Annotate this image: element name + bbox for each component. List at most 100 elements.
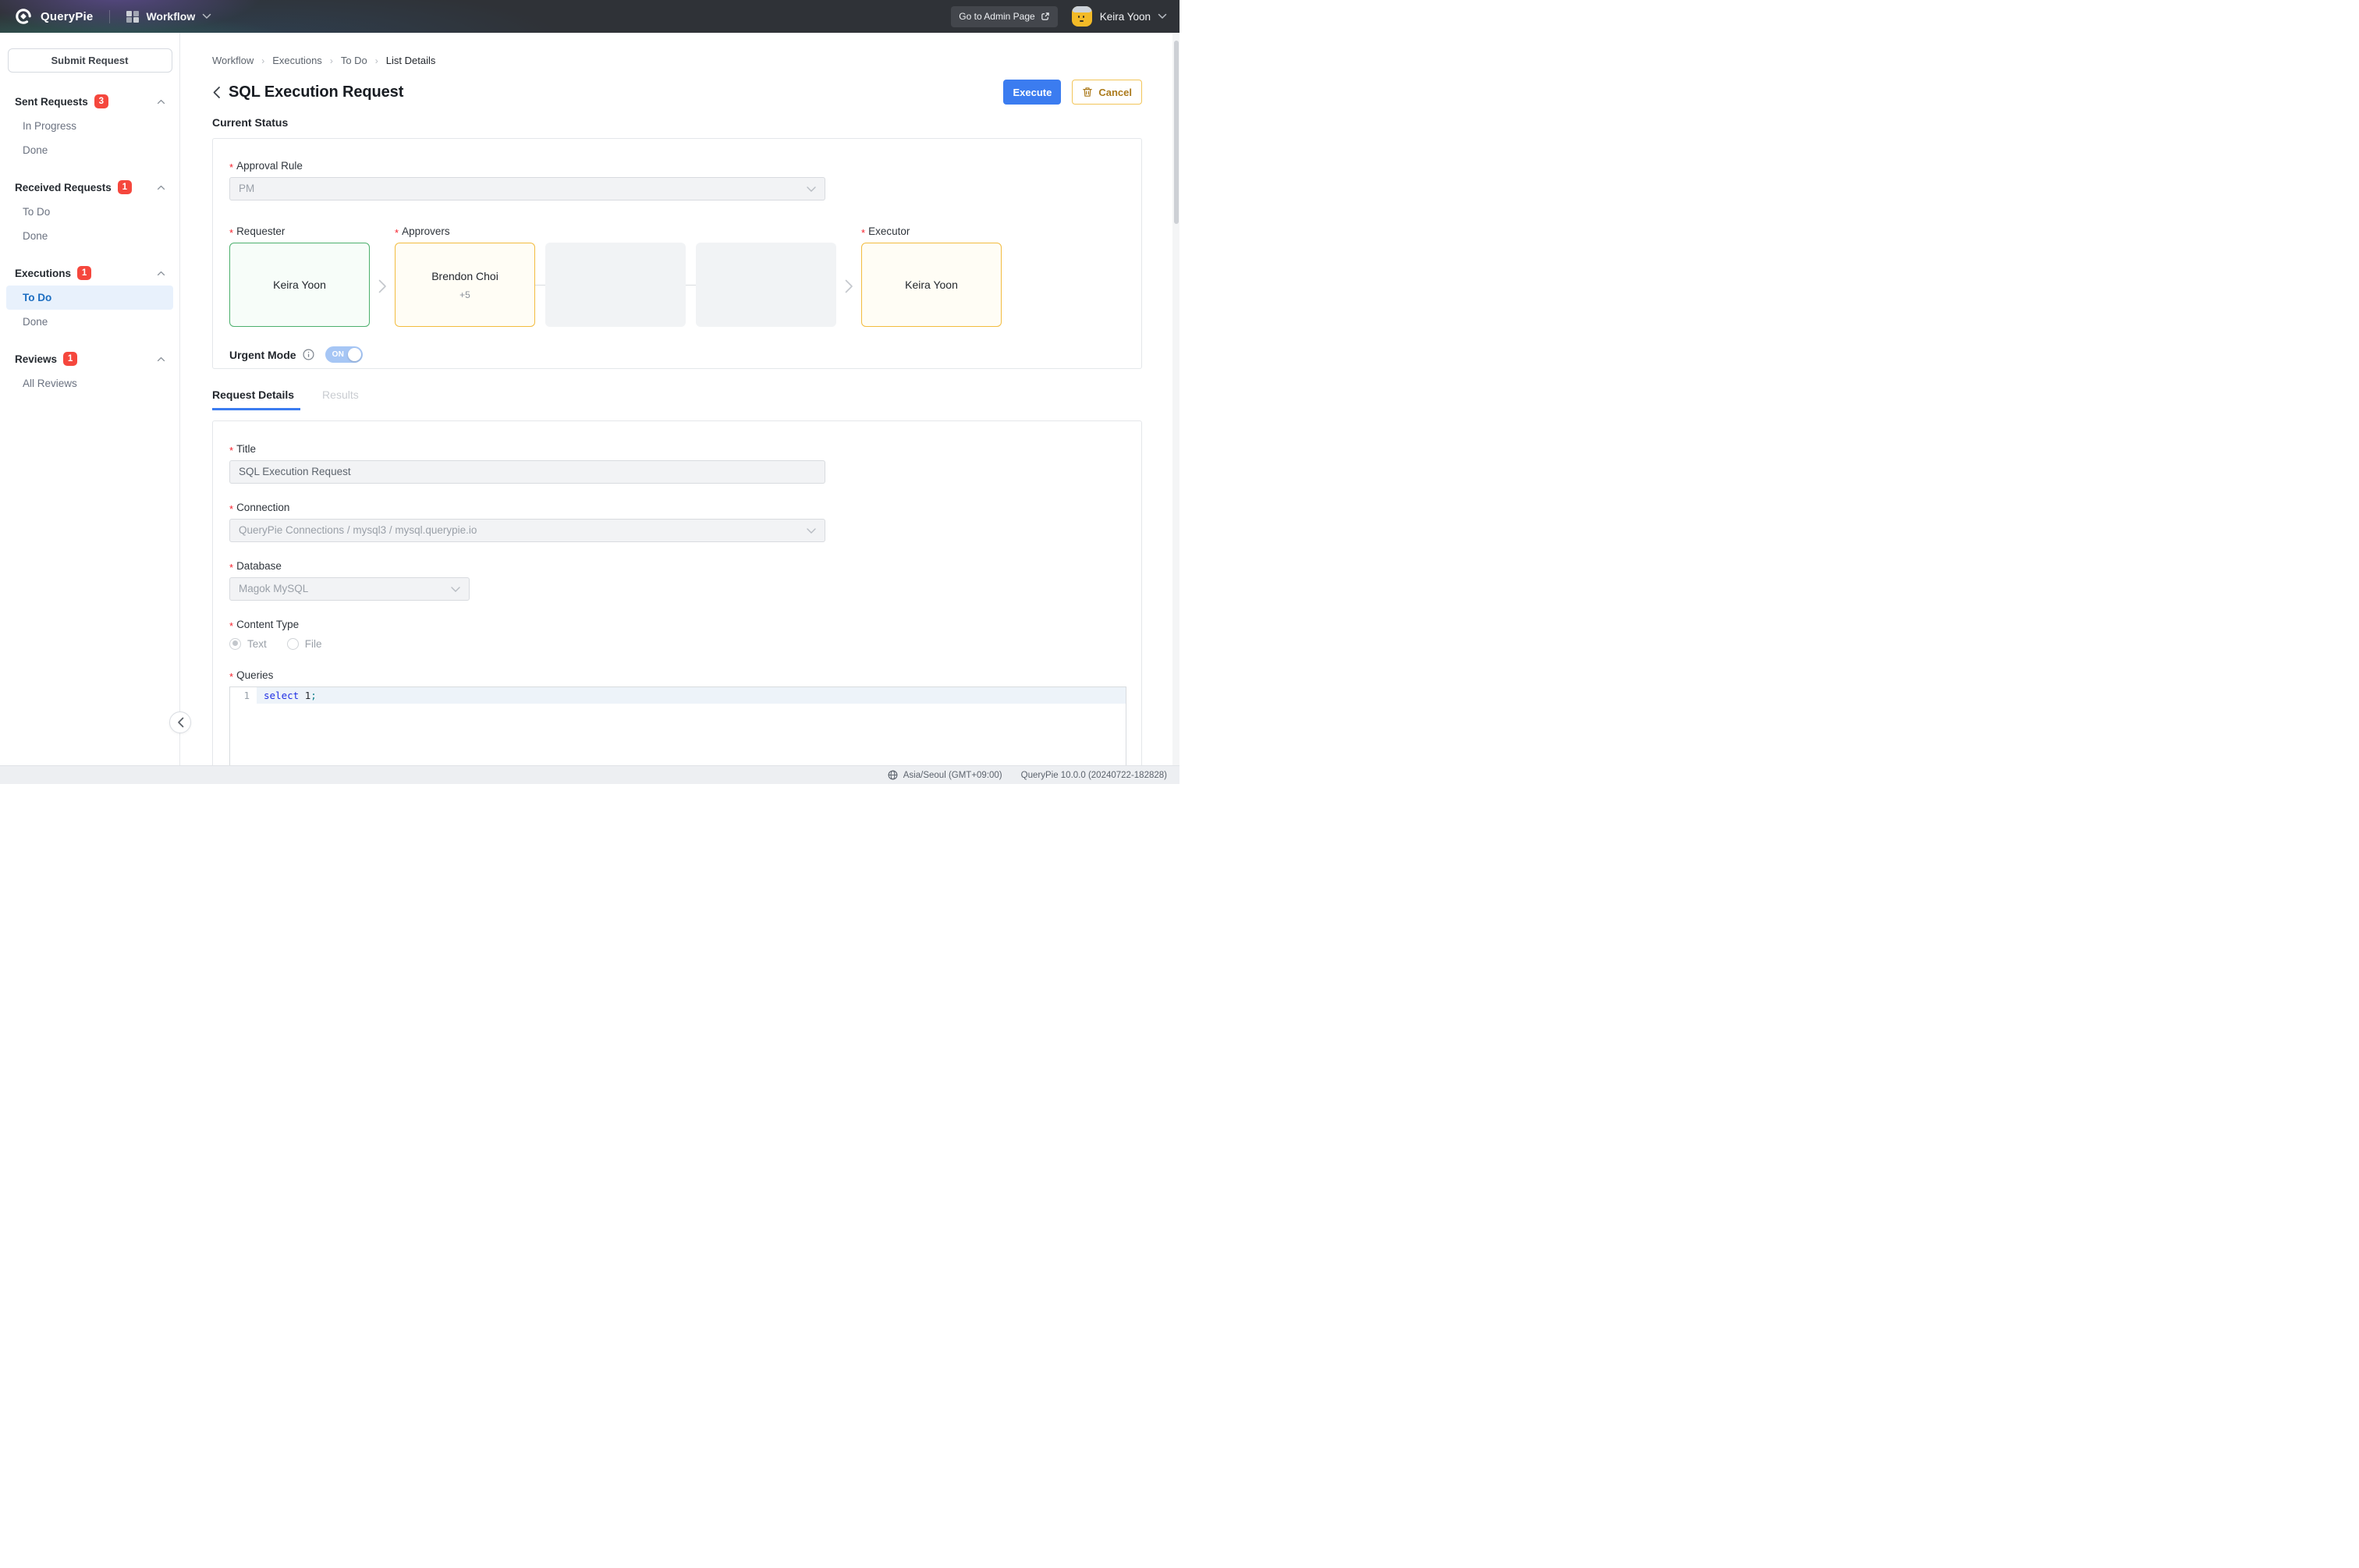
count-badge: 3 bbox=[94, 94, 108, 108]
database-value: Magok MySQL bbox=[239, 583, 308, 594]
approver-card-primary: Brendon Choi +5 bbox=[395, 243, 535, 327]
count-badge: 1 bbox=[118, 180, 132, 194]
current-status-card: * Approval Rule PM *Requester bbox=[212, 138, 1142, 369]
sidebar-section-header[interactable]: Reviews 1 bbox=[0, 351, 179, 367]
requester-name: Keira Yoon bbox=[273, 278, 326, 291]
breadcrumb: Workflow›Executions›To Do›List Details bbox=[212, 55, 1142, 66]
globe-icon bbox=[888, 770, 898, 780]
urgent-mode-row: Urgent Mode ON bbox=[229, 346, 1125, 363]
sidebar-item-done[interactable]: Done bbox=[6, 224, 173, 248]
version-label: QueryPie 10.0.0 (20240722-182828) bbox=[1021, 771, 1167, 780]
breadcrumb-separator-icon: › bbox=[375, 55, 378, 66]
user-menu-chevron-icon[interactable] bbox=[1158, 13, 1167, 20]
requester-group: *Requester Keira Yoon bbox=[229, 225, 370, 327]
line-number: 1 bbox=[230, 687, 257, 704]
cancel-button[interactable]: Cancel bbox=[1072, 80, 1142, 105]
connection-select[interactable]: QueryPie Connections / mysql3 / mysql.qu… bbox=[229, 519, 825, 542]
sidebar-item-to-do[interactable]: To Do bbox=[6, 200, 173, 224]
info-icon[interactable] bbox=[303, 349, 314, 360]
flow-connector-line bbox=[686, 285, 696, 286]
back-button[interactable] bbox=[212, 86, 221, 99]
breadcrumb-item[interactable]: Executions bbox=[272, 55, 322, 66]
title-input[interactable]: SQL Execution Request bbox=[229, 460, 825, 484]
sidebar-section: Executions1 To DoDone bbox=[0, 265, 179, 334]
toggle-state-label: ON bbox=[332, 346, 345, 363]
topbar-divider bbox=[109, 10, 110, 23]
timezone-indicator: Asia/Seoul (GMT+09:00) bbox=[888, 770, 1002, 780]
chevron-down-icon bbox=[807, 178, 816, 200]
approval-rule-value: PM bbox=[239, 183, 254, 194]
user-name[interactable]: Keira Yoon bbox=[1100, 11, 1151, 23]
requester-label: *Requester bbox=[229, 225, 370, 237]
sidebar-section-header[interactable]: Received Requests1 bbox=[0, 179, 179, 195]
approver-name: Brendon Choi bbox=[431, 270, 498, 282]
chevron-up-icon[interactable] bbox=[157, 99, 165, 105]
urgent-mode-toggle[interactable]: ON bbox=[325, 346, 363, 363]
executor-label: *Executor bbox=[861, 225, 1002, 237]
breadcrumb-separator-icon: › bbox=[261, 55, 264, 66]
request-details-card: *Title SQL Execution Request *Connection… bbox=[212, 420, 1142, 784]
radio-dot bbox=[229, 638, 241, 650]
approver-extra-count: +5 bbox=[459, 289, 470, 300]
external-link-icon bbox=[1041, 12, 1050, 21]
sidebar-nav: Sent Requests3In ProgressDoneReceived Re… bbox=[0, 94, 179, 396]
code-text: select 1; bbox=[257, 687, 1126, 704]
sidebar-item-done[interactable]: Done bbox=[6, 138, 173, 162]
approvers-group: *Approvers Brendon Choi +5 bbox=[395, 225, 836, 327]
execute-button[interactable]: Execute bbox=[1003, 80, 1061, 105]
database-label: *Database bbox=[229, 560, 1125, 572]
scrollbar-thumb[interactable] bbox=[1174, 41, 1179, 224]
approval-rule-select[interactable]: PM bbox=[229, 177, 825, 200]
breadcrumb-item[interactable]: To Do bbox=[341, 55, 367, 66]
querypie-logo-icon bbox=[14, 7, 33, 26]
admin-button-label: Go to Admin Page bbox=[959, 11, 1034, 22]
apps-grid-icon[interactable] bbox=[126, 11, 138, 23]
radio-text[interactable]: Text bbox=[229, 638, 267, 650]
chevron-down-icon[interactable] bbox=[202, 13, 211, 20]
sidebar-collapse-button[interactable] bbox=[169, 711, 191, 733]
sidebar-section-header[interactable]: Sent Requests 3 bbox=[0, 94, 179, 109]
go-to-admin-button[interactable]: Go to Admin Page bbox=[951, 6, 1057, 27]
brand-name: QueryPie bbox=[41, 10, 93, 23]
database-select[interactable]: Magok MySQL bbox=[229, 577, 470, 601]
avatar[interactable] bbox=[1072, 6, 1092, 27]
sidebar-section-label: Sent Requests bbox=[15, 96, 88, 108]
sidebar-section-label: Executions bbox=[15, 268, 71, 279]
executor-group: *Executor Keira Yoon bbox=[861, 225, 1002, 327]
content-type-label: *Content Type bbox=[229, 619, 1125, 630]
sidebar-section: Reviews 1 All Reviews bbox=[0, 351, 179, 396]
approval-rule-label: * Approval Rule bbox=[229, 160, 1125, 172]
sidebar-section-label: Reviews bbox=[15, 353, 57, 365]
executor-name: Keira Yoon bbox=[905, 278, 958, 291]
page-header: SQL Execution Request Execute Cancel bbox=[212, 80, 1142, 105]
sidebar-item-in-progress[interactable]: In Progress bbox=[6, 114, 173, 138]
sidebar-section: Sent Requests 3 In ProgressDone bbox=[0, 94, 179, 162]
chevron-up-icon[interactable] bbox=[157, 271, 165, 276]
app-switcher-label[interactable]: Workflow bbox=[146, 10, 195, 23]
radio-file[interactable]: File bbox=[287, 638, 322, 650]
queries-label: *Queries bbox=[229, 669, 1125, 681]
scrollbar-track[interactable] bbox=[1172, 33, 1180, 765]
current-status-heading: Current Status bbox=[212, 116, 1142, 129]
radio-dot bbox=[287, 638, 299, 650]
tab-request-details[interactable]: Request Details bbox=[212, 388, 300, 410]
chevron-up-icon[interactable] bbox=[157, 357, 165, 362]
executor-card: Keira Yoon bbox=[861, 243, 1002, 327]
breadcrumb-item[interactable]: Workflow bbox=[212, 55, 254, 66]
sidebar-section: Received Requests1 To DoDone bbox=[0, 179, 179, 248]
sidebar-item-to-do[interactable]: To Do bbox=[6, 286, 173, 310]
requester-card: Keira Yoon bbox=[229, 243, 370, 327]
top-bar: QueryPie Workflow Go to Admin Page Keira… bbox=[0, 0, 1180, 33]
sidebar-item-all-reviews[interactable]: All Reviews bbox=[6, 371, 173, 396]
chevron-down-icon bbox=[451, 578, 460, 600]
count-badge: 1 bbox=[63, 352, 77, 366]
approval-flow: *Requester Keira Yoon *Approvers bbox=[229, 225, 1125, 327]
sidebar-item-done[interactable]: Done bbox=[6, 310, 173, 334]
breadcrumb-item: List Details bbox=[386, 55, 436, 66]
tab-results[interactable]: Results bbox=[322, 388, 359, 410]
submit-request-button[interactable]: Submit Request bbox=[8, 48, 172, 73]
chevron-up-icon[interactable] bbox=[157, 185, 165, 190]
sidebar-section-header[interactable]: Executions1 bbox=[0, 265, 179, 281]
flow-chevron-icon bbox=[370, 225, 395, 294]
title-label: *Title bbox=[229, 443, 1125, 455]
